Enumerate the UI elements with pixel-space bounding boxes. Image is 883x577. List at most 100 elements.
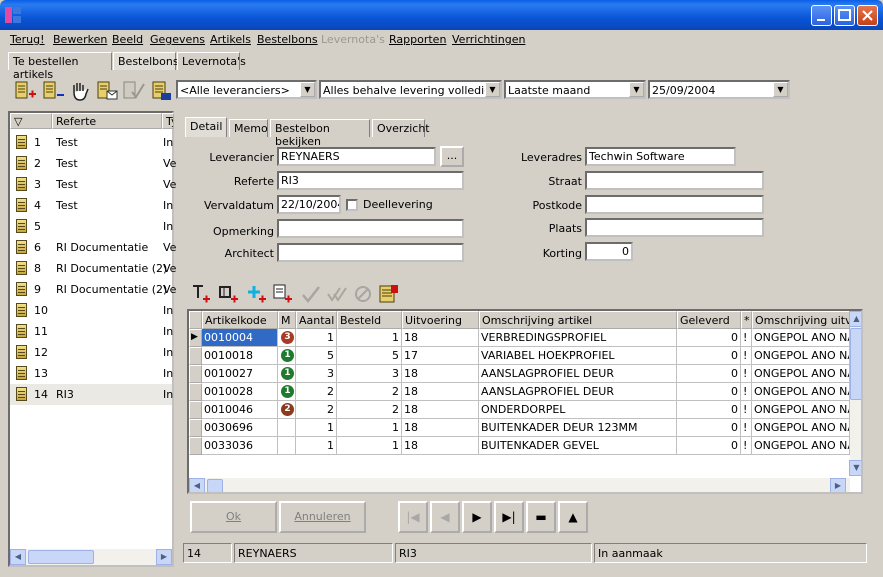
date-filter[interactable]: 25/09/2004 ▼ — [648, 80, 790, 99]
table-cell-code[interactable]: 0010046 — [202, 401, 278, 419]
table-cell-aantal[interactable]: 1 — [296, 437, 337, 455]
list-item[interactable]: 10 In — [10, 300, 173, 321]
table-cell-geleverd[interactable]: 0 — [677, 329, 741, 347]
menu-verrichtingen[interactable]: Verrichtingen — [452, 33, 525, 46]
table-cell-code[interactable]: 0033036 — [202, 437, 278, 455]
add-text-icon[interactable] — [272, 283, 294, 305]
add-line-icon[interactable] — [190, 283, 212, 305]
table-cell-aantal[interactable]: 1 — [296, 329, 337, 347]
table-cell-besteld[interactable]: 2 — [337, 401, 402, 419]
table-cell-code[interactable]: 0010028 — [202, 383, 278, 401]
scrollbar-thumb[interactable] — [207, 479, 223, 492]
status-filter[interactable]: Alles behalve levering volledig ▼ — [319, 80, 502, 99]
annuleren-button[interactable]: Annuleren — [279, 501, 366, 533]
list-item[interactable]: 8 RI Documentatie (2) Ve — [10, 258, 176, 279]
table-cell-code[interactable]: 0010027 — [202, 365, 278, 383]
list-item-selected[interactable]: 14 RI3 In — [10, 384, 173, 405]
scroll-right-icon[interactable]: ▶ — [156, 549, 172, 565]
col-m[interactable]: M — [278, 311, 296, 329]
table-cell-omschr-uitv[interactable]: ONGEPOL ANO NA — [752, 329, 850, 347]
menu-artikels[interactable]: Artikels — [210, 33, 251, 46]
straat-field[interactable] — [585, 171, 764, 190]
table-cell-geleverd[interactable]: 0 — [677, 419, 741, 437]
tab-te-bestellen-artikels[interactable]: Te bestellen artikels — [8, 52, 112, 81]
list-item[interactable]: 1 Test In — [10, 132, 173, 153]
table-cell-besteld[interactable]: 2 — [337, 383, 402, 401]
last-record-button[interactable]: ▶| — [494, 501, 524, 533]
list-item[interactable]: 6 RI Documentatie Ve — [10, 237, 176, 258]
list-item[interactable]: 9 RI Documentatie (2) Ve — [10, 279, 176, 300]
architect-field[interactable] — [277, 243, 464, 262]
list-horizontal-scrollbar[interactable]: ◀ ▶ — [10, 549, 172, 565]
table-cell-star[interactable]: ! — [741, 347, 752, 365]
tab-overzicht[interactable]: Overzicht — [372, 119, 430, 137]
row-indicator[interactable] — [189, 347, 202, 365]
table-cell-omschr-uitv[interactable]: ONGEPOL ANO NA — [752, 419, 850, 437]
browse-supplier-button[interactable]: ... — [440, 146, 464, 167]
plaats-field[interactable] — [585, 218, 764, 237]
add-accessory-icon[interactable] — [246, 283, 268, 305]
table-cell-star[interactable]: ! — [741, 401, 752, 419]
row-indicator[interactable] — [189, 383, 202, 401]
referte-column-header[interactable]: Referte — [52, 113, 162, 129]
table-cell-m[interactable]: 1 — [278, 383, 296, 401]
table-cell-m[interactable]: 1 — [278, 347, 296, 365]
vervaldatum-field[interactable]: 22/10/2004 — [277, 195, 341, 214]
list-item[interactable]: 5 In — [10, 216, 173, 237]
list-item[interactable]: 13 In — [10, 363, 173, 384]
supplier-filter[interactable]: <Alle leveranciers> ▼ — [176, 80, 317, 99]
grid-vertical-scrollbar[interactable]: ▲ ▼ — [849, 311, 861, 476]
print-order-icon[interactable] — [150, 80, 174, 102]
import-icon[interactable] — [378, 283, 400, 305]
table-cell-m[interactable]: 1 — [278, 365, 296, 383]
table-cell-code[interactable]: 0010004 — [202, 329, 278, 347]
table-cell-geleverd[interactable]: 0 — [677, 401, 741, 419]
table-cell-star[interactable]: ! — [741, 329, 752, 347]
menu-gegevens[interactable]: Gegevens — [150, 33, 205, 46]
scrollbar-thumb[interactable] — [28, 550, 94, 564]
row-indicator[interactable] — [189, 419, 202, 437]
table-cell-uitvoering[interactable]: 18 — [402, 419, 479, 437]
table-cell-m[interactable]: 3 — [278, 329, 296, 347]
list-item[interactable]: 11 In — [10, 321, 173, 342]
table-cell-aantal[interactable]: 5 — [296, 347, 337, 365]
row-indicator[interactable] — [189, 365, 202, 383]
tab-bestelbons[interactable]: Bestelbons — [113, 52, 179, 70]
table-cell-geleverd[interactable]: 0 — [677, 365, 741, 383]
table-cell-omschrijving[interactable]: VERBREDINGSPROFIEL — [479, 329, 677, 347]
table-cell-omschr-uitv[interactable]: ONGEPOL ANO NA — [752, 437, 850, 455]
table-cell-geleverd[interactable]: 0 — [677, 437, 741, 455]
table-cell-m[interactable]: 2 — [278, 401, 296, 419]
menu-rapporten[interactable]: Rapporten — [389, 33, 446, 46]
table-cell-omschr-uitv[interactable]: ONGEPOL ANO NA — [752, 383, 850, 401]
close-button[interactable] — [857, 5, 878, 26]
menu-beeld[interactable]: Beeld — [112, 33, 143, 46]
table-cell-besteld[interactable]: 5 — [337, 347, 402, 365]
table-cell-uitvoering[interactable]: 17 — [402, 347, 479, 365]
grid-horizontal-scrollbar[interactable]: ◀ ▶ — [189, 478, 850, 492]
table-cell-besteld[interactable]: 1 — [337, 329, 402, 347]
table-cell-aantal[interactable]: 2 — [296, 383, 337, 401]
row-indicator[interactable] — [189, 437, 202, 455]
table-cell-m[interactable] — [278, 419, 296, 437]
ok-button[interactable]: Ok — [190, 501, 277, 533]
table-cell-omschrijving[interactable]: AANSLAGPROFIEL DEUR — [479, 383, 677, 401]
scroll-right-icon[interactable]: ▶ — [830, 478, 846, 492]
col-artikelkode[interactable]: Artikelkode — [202, 311, 278, 329]
table-cell-geleverd[interactable]: 0 — [677, 383, 741, 401]
tab-detail[interactable]: Detail — [185, 117, 227, 137]
referte-field[interactable]: RI3 — [277, 171, 464, 190]
add-profile-icon[interactable] — [218, 283, 240, 305]
col-omschrijving-uitvoering[interactable]: Omschrijving uitvoe — [752, 311, 850, 329]
table-cell-besteld[interactable]: 3 — [337, 365, 402, 383]
table-cell-omschrijving[interactable]: AANSLAGPROFIEL DEUR — [479, 365, 677, 383]
scroll-left-icon[interactable]: ◀ — [10, 549, 26, 565]
chevron-down-icon[interactable]: ▼ — [300, 82, 315, 97]
table-cell-aantal[interactable]: 3 — [296, 365, 337, 383]
col-geleverd[interactable]: Geleverd — [677, 311, 741, 329]
list-item[interactable]: 12 In — [10, 342, 173, 363]
row-indicator[interactable]: ▶ — [189, 329, 202, 347]
table-cell-star[interactable]: ! — [741, 365, 752, 383]
table-cell-uitvoering[interactable]: 18 — [402, 401, 479, 419]
scrollbar-thumb[interactable] — [850, 328, 861, 400]
